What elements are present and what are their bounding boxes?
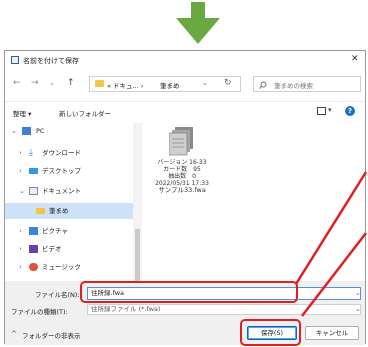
filename-highlight	[80, 281, 298, 303]
save-button-highlight	[240, 319, 301, 346]
